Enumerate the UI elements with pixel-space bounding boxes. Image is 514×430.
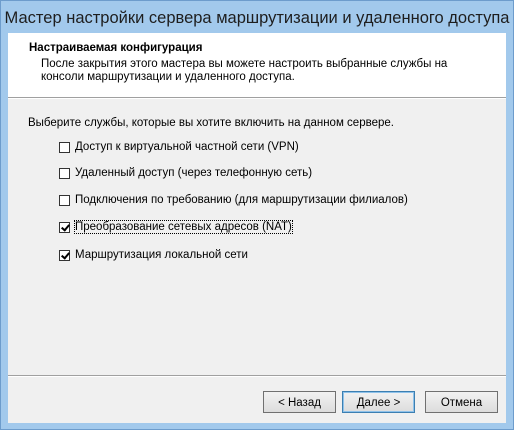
checkbox-nat[interactable] bbox=[59, 221, 70, 233]
option-vpn-label[interactable]: Доступ к виртуальной частной сети (VPN) bbox=[75, 141, 299, 153]
header-title: Настраиваемая конфигурация bbox=[29, 42, 203, 54]
wizard-client-area: Настраиваемая конфигурация После закрыти… bbox=[8, 33, 506, 423]
window-title: Мастер настройки сервера маршрутизации и… bbox=[4, 9, 510, 27]
option-lan-routing-label[interactable]: Маршрутизация локальной сети bbox=[75, 249, 248, 261]
option-dialup-label[interactable]: Удаленный доступ (через телефонную сеть) bbox=[75, 167, 312, 179]
option-nat[interactable]: Преобразование сетевых адресов (NAT) bbox=[59, 220, 293, 234]
option-demand-dial[interactable]: Подключения по требованию (для маршрутиз… bbox=[59, 193, 408, 207]
back-button[interactable]: < Назад bbox=[263, 391, 336, 413]
header-description: После закрытия этого мастера вы можете н… bbox=[41, 58, 448, 83]
wizard-header: Настраиваемая конфигурация После закрыти… bbox=[8, 33, 506, 97]
services-prompt: Выберите службы, которые вы хотите включ… bbox=[28, 117, 394, 129]
checkbox-vpn[interactable] bbox=[59, 141, 70, 153]
cancel-button[interactable]: Отмена bbox=[425, 391, 498, 413]
header-divider bbox=[8, 97, 506, 99]
option-lan-routing[interactable]: Маршрутизация локальной сети bbox=[59, 248, 248, 262]
footer-divider bbox=[8, 375, 506, 377]
checkbox-lan-routing[interactable] bbox=[59, 249, 70, 261]
option-nat-label[interactable]: Преобразование сетевых адресов (NAT) bbox=[74, 220, 293, 234]
option-demand-dial-label[interactable]: Подключения по требованию (для маршрутиз… bbox=[75, 194, 408, 206]
next-button[interactable]: Далее > bbox=[342, 391, 415, 413]
option-vpn[interactable]: Доступ к виртуальной частной сети (VPN) bbox=[59, 140, 299, 154]
checkbox-demand-dial[interactable] bbox=[59, 194, 70, 206]
checkbox-dialup[interactable] bbox=[59, 167, 70, 179]
wizard-window: Мастер настройки сервера маршрутизации и… bbox=[0, 0, 514, 430]
option-dialup[interactable]: Удаленный доступ (через телефонную сеть) bbox=[59, 166, 312, 180]
